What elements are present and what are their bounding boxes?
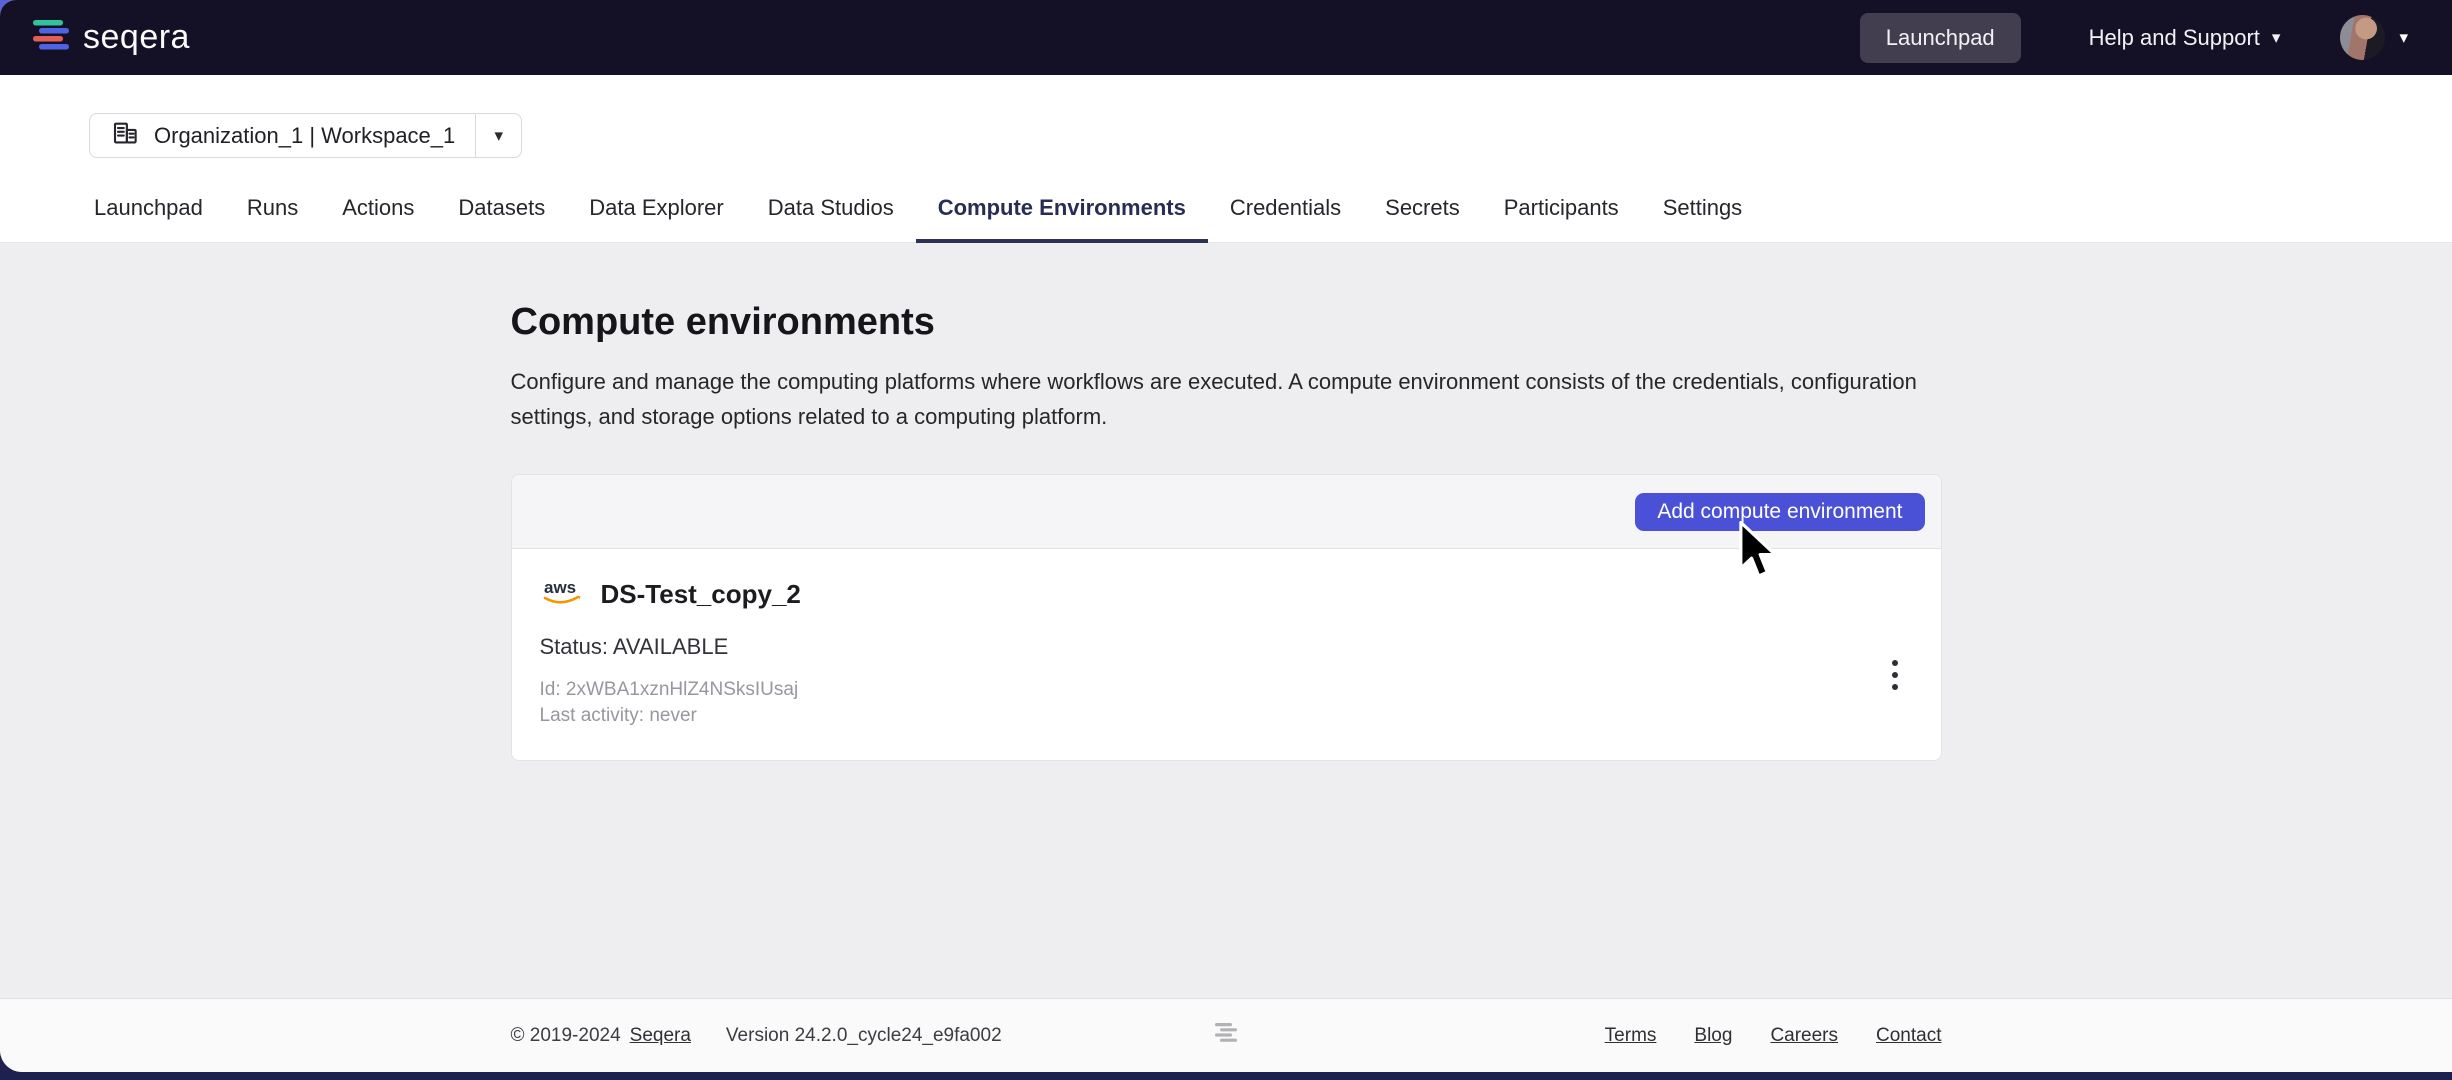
add-compute-environment-button[interactable]: Add compute environment [1635,493,1924,531]
kebab-menu-icon[interactable] [1875,649,1915,701]
tab-secrets[interactable]: Secrets [1363,195,1482,243]
organization-icon [110,118,140,153]
tab-data-explorer[interactable]: Data Explorer [567,195,746,243]
help-and-support-menu[interactable]: Help and Support ▾ [2089,25,2281,51]
subheader: Organization_1 | Workspace_1 ▾ Launchpad… [0,75,2452,243]
user-menu[interactable]: ▾ [2340,15,2408,60]
tab-settings[interactable]: Settings [1641,195,1765,243]
launchpad-nav-button[interactable]: Launchpad [1860,13,2021,63]
compute-environment-row: aws DS-Test_copy_2 Status: AVAILABLE Id:… [512,549,1941,760]
workspace-selector-dropdown-toggle[interactable]: ▾ [475,114,521,157]
panel-toolbar: Add compute environment [512,475,1941,549]
workspace-selector[interactable]: Organization_1 | Workspace_1 ▾ [89,113,522,158]
main-content: Compute environments Configure and manag… [0,243,2452,998]
seqera-app-window: seqera Launchpad Help and Support ▾ ▾ [0,0,2452,1072]
workspace-tabs: Launchpad Runs Actions Datasets Data Exp… [0,195,2452,243]
compute-environment-status: Status: AVAILABLE [540,634,1913,660]
chevron-down-icon: ▾ [2272,29,2281,46]
tab-actions[interactable]: Actions [320,195,436,243]
workspace-selector-main[interactable]: Organization_1 | Workspace_1 [90,114,475,157]
workspace-bar: Organization_1 | Workspace_1 ▾ [0,75,2452,158]
tab-datasets[interactable]: Datasets [436,195,567,243]
chevron-down-icon: ▾ [494,127,503,144]
compute-environment-last-activity: Last activity: never [540,703,1913,729]
copyright-text: © 2019-2024 [511,1025,621,1047]
compute-environment-id: Id: 2xWBA1xznHlZ4NSksIUsaj [540,677,1913,703]
chevron-down-icon: ▾ [2399,29,2408,46]
aws-icon: aws [540,576,586,613]
tab-credentials[interactable]: Credentials [1208,195,1363,243]
terms-link[interactable]: Terms [1605,1025,1657,1047]
page-description: Configure and manage the computing platf… [511,364,1936,434]
svg-text:aws: aws [544,578,576,597]
top-navbar: seqera Launchpad Help and Support ▾ ▾ [0,0,2452,75]
workspace-selector-label: Organization_1 | Workspace_1 [154,123,455,149]
seqera-mark-icon [1213,1020,1239,1052]
help-and-support-label: Help and Support [2089,25,2260,51]
version-text: Version 24.2.0_cycle24_e9fa002 [726,1025,1002,1047]
seqera-logo-icon [30,15,70,60]
tab-compute-environments[interactable]: Compute Environments [916,195,1208,243]
contact-link[interactable]: Contact [1876,1025,1941,1047]
blog-link[interactable]: Blog [1694,1025,1732,1047]
careers-link[interactable]: Careers [1770,1025,1838,1047]
tab-data-studios[interactable]: Data Studios [746,195,916,243]
avatar[interactable] [2340,15,2385,60]
tab-runs[interactable]: Runs [225,195,320,243]
page-footer: © 2019-2024 Seqera Version 24.2.0_cycle2… [0,998,2452,1072]
compute-environment-name-link[interactable]: DS-Test_copy_2 [601,579,801,610]
tab-launchpad[interactable]: Launchpad [72,195,225,243]
tab-participants[interactable]: Participants [1482,195,1641,243]
seqera-company-link[interactable]: Seqera [630,1025,691,1047]
compute-environments-panel: Add compute environment aws DS-Test_copy… [511,474,1942,761]
seqera-brand[interactable]: seqera [30,15,190,60]
page-title: Compute environments [511,301,1942,344]
brand-name: seqera [83,18,190,57]
